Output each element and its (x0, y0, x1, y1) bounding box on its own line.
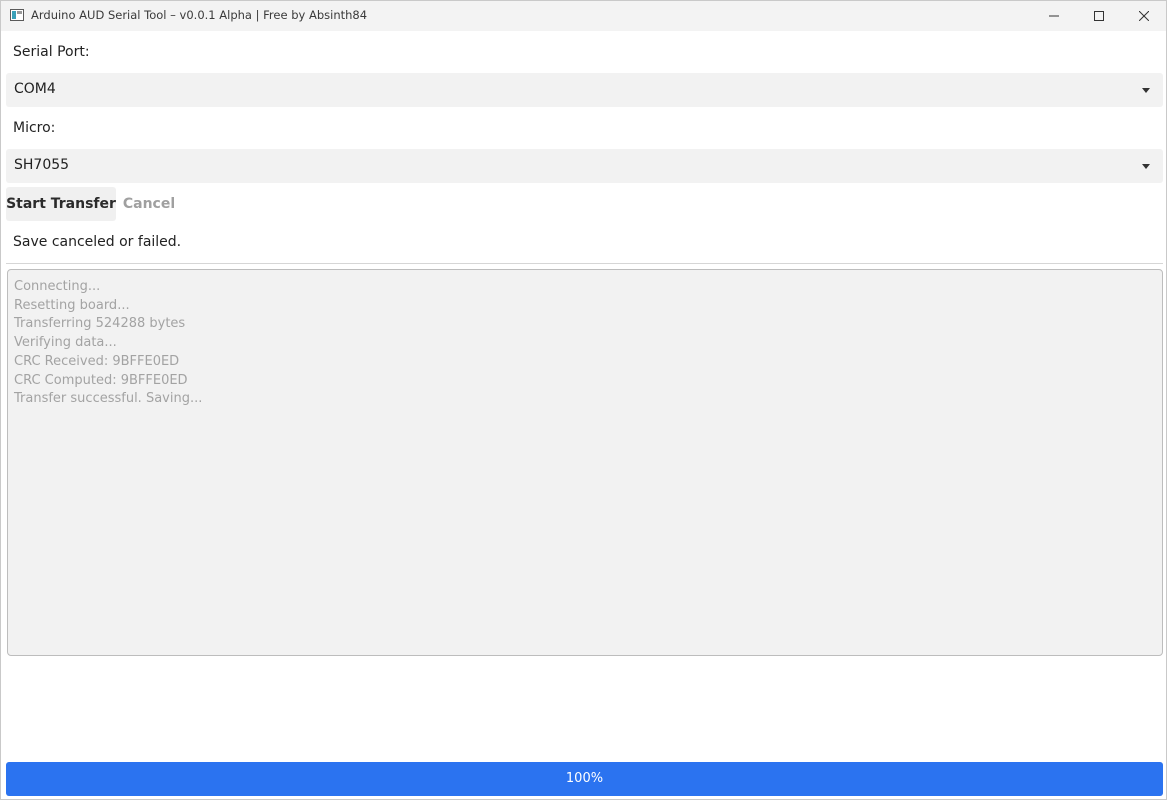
status-text: Save canceled or failed. (13, 234, 182, 250)
log-line: Transferring 524288 bytes (14, 316, 186, 332)
app-window-icon (10, 9, 24, 21)
cancel-button[interactable]: Cancel (119, 187, 179, 221)
maximize-button[interactable] (1076, 1, 1121, 31)
micro-select[interactable]: SH7055 (6, 149, 1163, 183)
chevron-down-icon (1142, 164, 1150, 169)
start-transfer-button[interactable]: Start Transfer (6, 187, 116, 221)
serial-port-select[interactable]: COM4 (6, 73, 1163, 107)
minimize-button[interactable] (1031, 1, 1076, 31)
minimize-icon (1048, 15, 1059, 17)
log-line: CRC Computed: 9BFFE0ED (14, 372, 188, 388)
close-icon (1138, 11, 1149, 21)
log-line: CRC Received: 9BFFE0ED (14, 353, 180, 369)
log-line: Resetting board... (14, 297, 130, 313)
log-line: Transfer successful. Saving... (14, 391, 203, 407)
app-window: Arduino AUD Serial Tool – v0.0.1 Alpha |… (0, 0, 1167, 800)
progress-label: 100% (565, 771, 604, 786)
log-line: Verifying data... (14, 335, 117, 351)
micro-label: Micro: (13, 120, 56, 136)
close-button[interactable] (1121, 1, 1166, 31)
serial-port-label: Serial Port: (13, 44, 90, 60)
progress-bar: 100% (6, 762, 1163, 796)
serial-port-value: COM4 (14, 81, 56, 97)
micro-value: SH7055 (14, 157, 70, 173)
log-output[interactable]: Connecting... Resetting board... Transfe… (7, 269, 1163, 656)
divider (6, 263, 1163, 264)
window-controls (1031, 1, 1166, 31)
chevron-down-icon (1142, 88, 1150, 93)
maximize-icon (1093, 11, 1104, 21)
window-title: Arduino AUD Serial Tool – v0.0.1 Alpha |… (31, 8, 368, 22)
log-line: Connecting... (14, 279, 101, 294)
title-bar[interactable]: Arduino AUD Serial Tool – v0.0.1 Alpha |… (1, 1, 1166, 31)
